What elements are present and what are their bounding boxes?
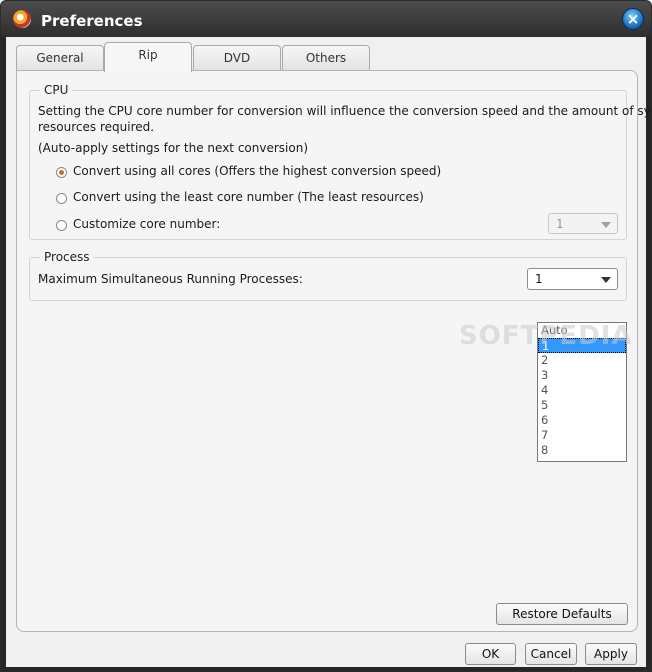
close-icon[interactable]: × — [622, 8, 644, 30]
cpu-group-title: CPU — [40, 83, 73, 97]
cpu-auto-apply-note: (Auto-apply settings for the next conver… — [38, 141, 308, 155]
dropdown-option-5[interactable]: 5 — [538, 398, 626, 413]
process-group-title: Process — [40, 250, 94, 264]
process-group: Process Maximum Simultaneous Running Pro… — [29, 250, 627, 301]
dropdown-option-3[interactable]: 3 — [538, 368, 626, 383]
cancel-button[interactable]: Cancel — [525, 643, 577, 665]
tab-general[interactable]: General — [16, 45, 104, 70]
cpu-description-line1: Setting the CPU core number for conversi… — [38, 104, 652, 118]
radio-all-cores[interactable] — [56, 167, 67, 178]
max-processes-label: Maximum Simultaneous Running Processes: — [38, 272, 303, 286]
tab-dvd[interactable]: DVD — [193, 45, 281, 70]
max-processes-value: 1 — [535, 272, 543, 286]
radio-least-cores[interactable] — [56, 193, 67, 204]
preferences-window: Preferences × General Rip DVD Others CPU… — [0, 0, 652, 672]
restore-defaults-button[interactable]: Restore Defaults — [496, 603, 628, 625]
apply-button[interactable]: Apply — [585, 643, 637, 665]
dropdown-option-4[interactable]: 4 — [538, 383, 626, 398]
chevron-down-icon — [601, 222, 611, 228]
tab-rip[interactable]: Rip — [104, 42, 192, 72]
radio-all-cores-label[interactable]: Convert using all cores (Offers the high… — [73, 164, 441, 178]
max-processes-select[interactable]: 1 — [527, 268, 618, 290]
core-number-select[interactable]: 1 — [548, 213, 618, 234]
watermark: SOFTPEDIA — [459, 321, 633, 351]
dropdown-option-7[interactable]: 7 — [538, 428, 626, 443]
cpu-group: CPU Setting the CPU core number for conv… — [29, 83, 651, 240]
cpu-description-line2: resources required. — [38, 120, 155, 134]
dropdown-option-8[interactable]: 8 — [538, 443, 626, 458]
chevron-down-icon — [601, 277, 611, 283]
app-logo-icon — [13, 10, 31, 28]
tab-others[interactable]: Others — [282, 45, 370, 70]
title-bar[interactable]: Preferences × — [1, 1, 651, 37]
radio-customize-cores[interactable] — [56, 220, 67, 231]
radio-customize-cores-label[interactable]: Customize core number: — [73, 217, 220, 231]
radio-least-cores-label[interactable]: Convert using the least core number (The… — [73, 190, 424, 204]
window-title: Preferences — [41, 12, 143, 30]
client-area: General Rip DVD Others CPU Setting the C… — [6, 37, 651, 667]
ok-button[interactable]: OK — [465, 643, 516, 665]
dropdown-option-2[interactable]: 2 — [538, 353, 626, 368]
core-number-value: 1 — [556, 217, 564, 231]
dropdown-option-6[interactable]: 6 — [538, 413, 626, 428]
rip-panel: CPU Setting the CPU core number for conv… — [16, 70, 651, 632]
